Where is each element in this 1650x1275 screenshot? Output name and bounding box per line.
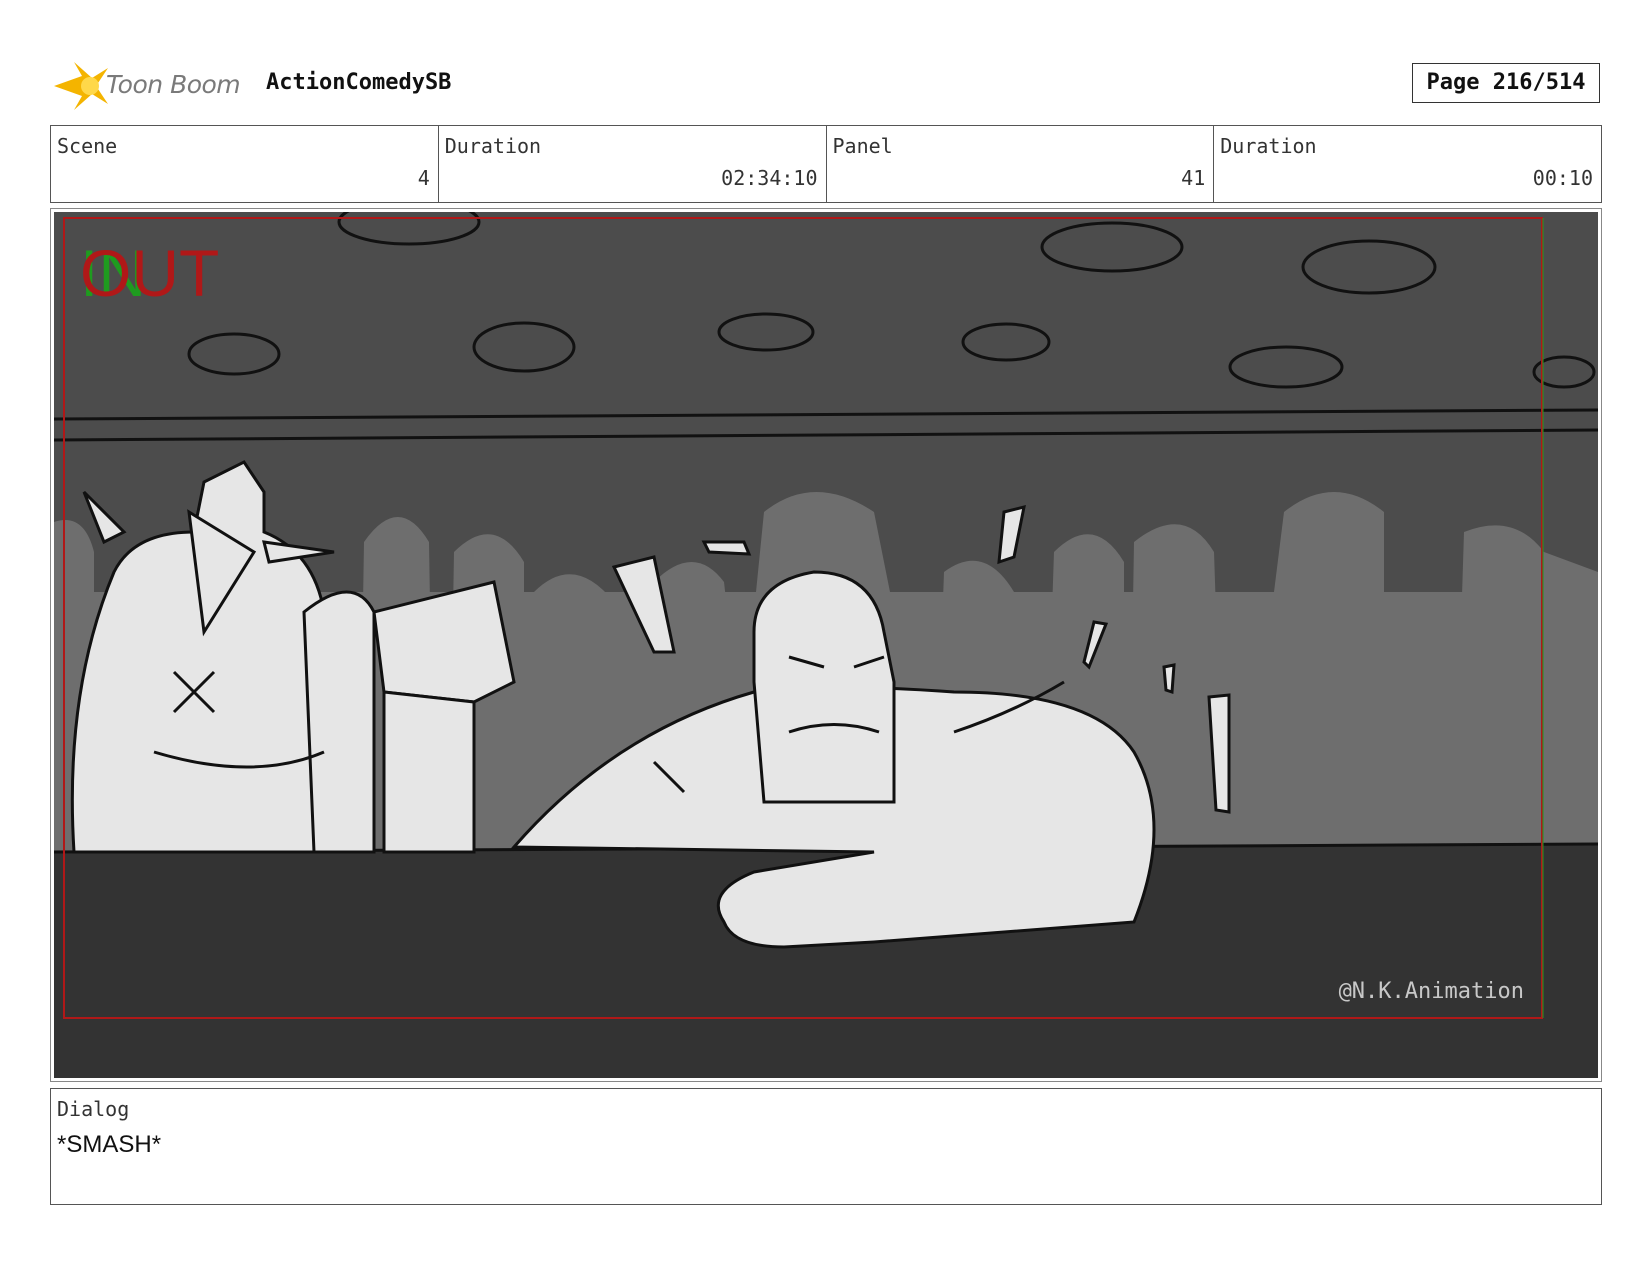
scene-value: 4: [417, 166, 430, 190]
transition-out-marker: OUT: [80, 236, 219, 310]
panel-cell: Panel 41: [827, 126, 1215, 202]
page-header: Toon Boom ActionComedySB Page 216/514: [52, 56, 1602, 116]
panel-duration-cell: Duration 00:10: [1214, 126, 1601, 202]
scene-info-table: Scene 4 Duration 02:34:10 Panel 41 Durat…: [50, 125, 1602, 203]
panel-value: 41: [1181, 166, 1206, 190]
scene-label: Scene: [57, 134, 118, 158]
scene-duration-value: 02:34:10: [721, 166, 818, 190]
watermark-text: @N.K.Animation: [1339, 979, 1524, 1004]
scene-duration-label: Duration: [444, 134, 542, 158]
logo-text: Toon Boom: [106, 70, 241, 99]
dialog-box: Dialog *SMASH*: [50, 1088, 1602, 1205]
star-burst-icon: [54, 62, 108, 110]
scene-cell: Scene 4: [51, 126, 439, 202]
dialog-text: *SMASH*: [57, 1131, 162, 1158]
toon-boom-logo: Toon Boom: [52, 58, 252, 114]
storyboard-panel-drawing: IN OUT @N.K.Animation: [54, 212, 1598, 1078]
page-number: Page 216/514: [1412, 63, 1600, 103]
scene-duration-cell: Duration 02:34:10: [439, 126, 827, 202]
panel-duration-value: 00:10: [1532, 166, 1593, 190]
panel-label: Panel: [832, 134, 893, 158]
project-title: ActionComedySB: [266, 70, 452, 95]
panel-duration-label: Duration: [1220, 134, 1317, 158]
dialog-label: Dialog: [57, 1097, 130, 1121]
